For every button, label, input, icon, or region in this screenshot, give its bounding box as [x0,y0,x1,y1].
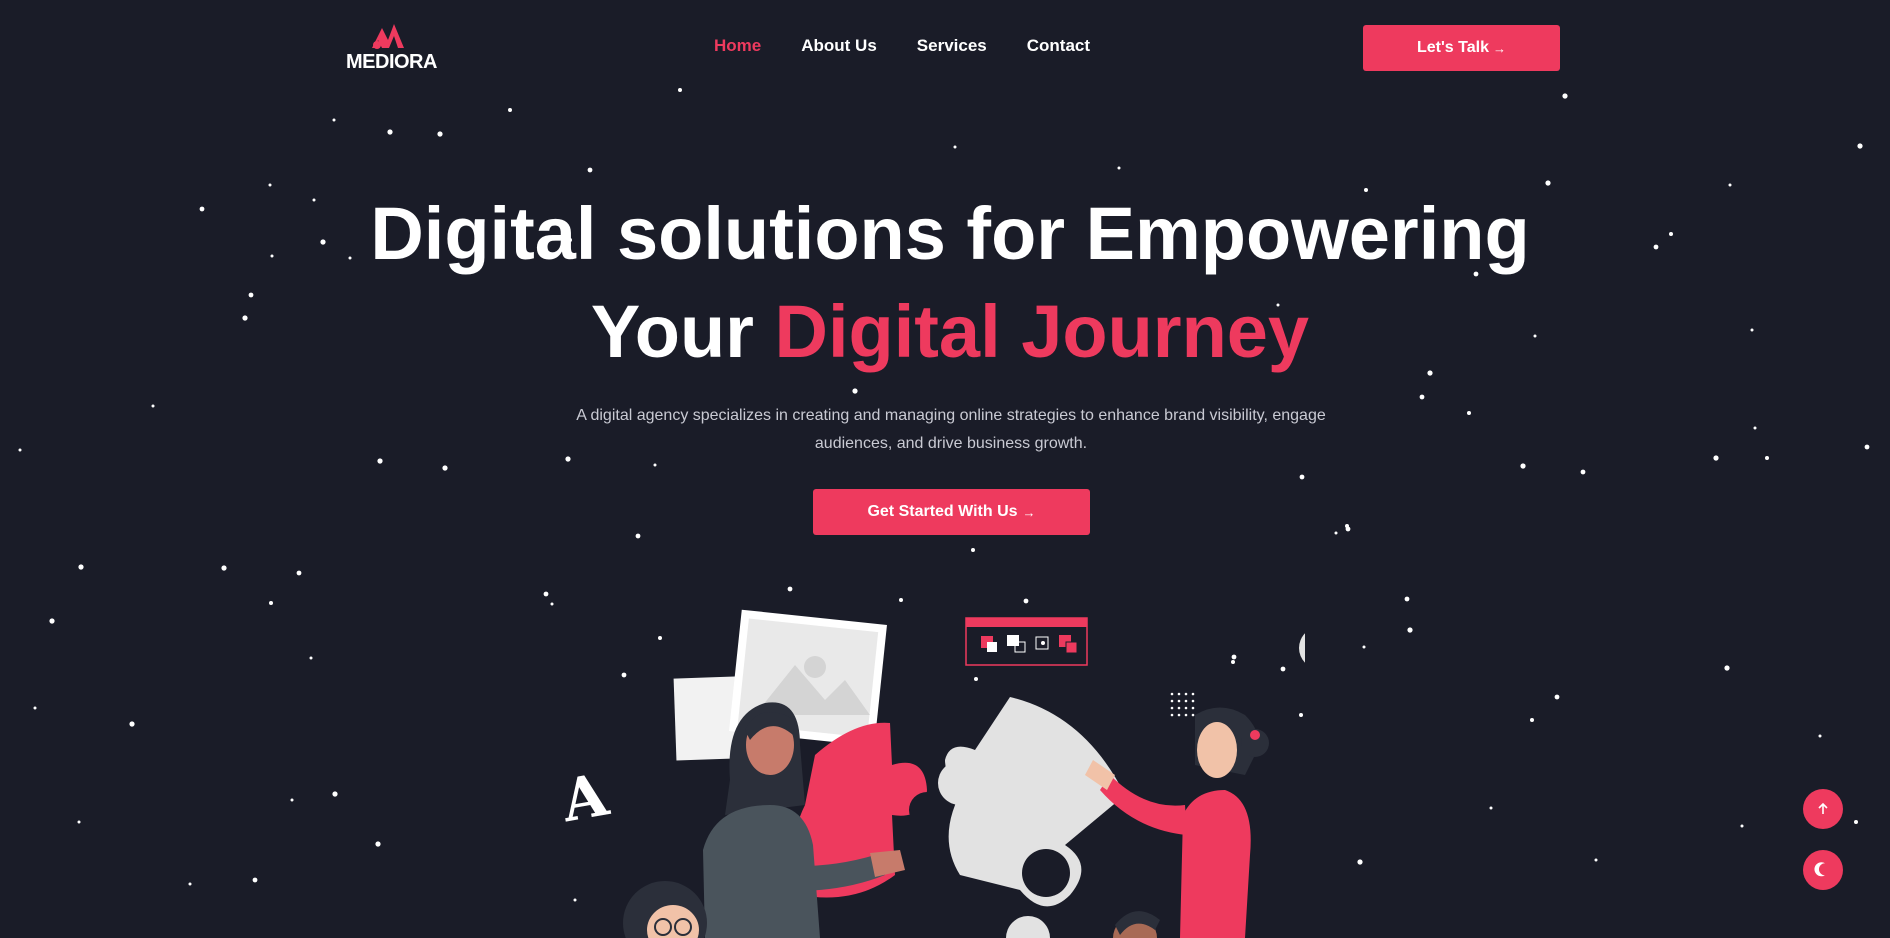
site-header: MEDIORA Home About Us Services Contact L… [0,0,1890,94]
hero-title-line2-plain: Your [590,290,754,373]
brand-name: MEDIORA [346,51,437,73]
lets-talk-button[interactable]: Let's Talk → [1363,25,1560,71]
scroll-to-top-button[interactable] [1803,789,1843,829]
hero-title: Digital solutions for Empowering Your Di… [0,185,1890,381]
nav-item-services[interactable]: Services [917,36,987,56]
brand-logo[interactable]: MEDIORA [346,18,437,74]
hero-illustration: A [556,609,1305,938]
theme-toggle-button[interactable] [1803,850,1843,890]
woman-right-illustration [1085,707,1269,938]
arrow-right-icon: → [1022,504,1036,520]
main-nav: Home About Us Services Contact [700,36,1130,56]
nav-item-contact[interactable]: Contact [1027,36,1090,56]
moon-icon [1814,862,1826,877]
nav-item-home[interactable]: Home [714,36,761,56]
arrow-right-icon: → [1492,40,1506,56]
logo-mark-icon [372,24,404,49]
hero-title-line1: Digital solutions for Empowering [370,192,1530,275]
get-started-label: Get Started With Us [867,503,1018,520]
ui-card-illustration [965,617,1088,666]
person-bottom-illustration [1113,911,1160,938]
nav-item-about-us[interactable]: About Us [801,36,877,56]
svg-text:A: A [556,760,614,835]
lets-talk-label: Let's Talk [1417,39,1489,56]
hero-description: A digital agency specializes in creating… [576,407,1326,452]
grey-puzzle-illustration [938,697,1125,938]
get-started-button[interactable]: Get Started With Us → [813,489,1090,535]
arrow-up-icon [1818,802,1828,814]
hero-title-line2-accent: Digital Journey [774,290,1310,373]
man-bottom-illustration [623,881,707,938]
